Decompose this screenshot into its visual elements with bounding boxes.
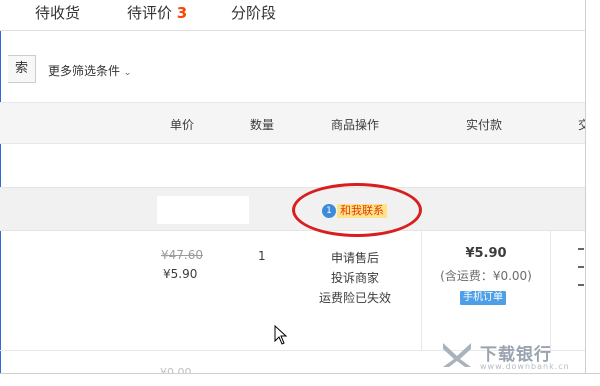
tab-label: 待评价 [127, 4, 173, 22]
shipping-insurance-status: 运费险已失效 [318, 291, 391, 305]
column-header-item-actions: 商品操作 [331, 118, 380, 132]
window-bottom-edge [0, 373, 600, 386]
more-filters-label: 更多筛选条件 [48, 64, 121, 78]
highlight-annotation-circle [292, 183, 422, 237]
paid-amount: ¥5.90 [465, 246, 507, 261]
order-status-tabs: 待收货 待评价 3 分阶段 [0, 0, 585, 31]
amount-paid-cell: ¥5.90 (含运费：¥0.00) 手机订单 [421, 230, 551, 350]
truncated-column-text [578, 248, 584, 288]
order-info-placeholder [157, 196, 249, 224]
tab-to-review[interactable]: 待评价 3 [127, 2, 187, 23]
item-quantity: 1 [258, 249, 266, 263]
tab-label: 待收货 [35, 4, 81, 22]
column-header-amount-paid: 实付款 [466, 118, 503, 132]
column-header-quantity: 数量 [250, 118, 275, 132]
chevron-down-icon: ⌄ [123, 68, 132, 78]
site-watermark: 下载银行 www.downbank.cn [440, 338, 582, 374]
filter-bar: 索 更多筛选条件 ⌄ [0, 42, 585, 86]
tab-to-receive[interactable]: 待收货 [35, 2, 80, 23]
window-right-edge [585, 0, 600, 385]
unit-price: ¥5.90 [163, 267, 198, 281]
original-price: ¥47.60 [161, 248, 203, 262]
column-header-unit-price: 单价 [170, 118, 195, 132]
order-item-row: ¥47.60 ¥5.90 1 申请售后 投诉商家 运费险已失效 ¥5.90 (含… [0, 230, 585, 351]
tab-staged[interactable]: 分阶段 [231, 2, 276, 23]
mouse-cursor-icon [274, 325, 288, 345]
watermark-url: www.downbank.cn [480, 362, 570, 371]
complain-seller-link[interactable]: 投诉商家 [313, 268, 397, 288]
search-button[interactable]: 索 [8, 55, 36, 83]
more-filters-toggle[interactable]: 更多筛选条件 ⌄ [48, 62, 131, 79]
downbank-logo-icon [443, 343, 471, 367]
shipping-fee-note: (含运费：¥0.00) [440, 269, 532, 283]
apply-after-sales-link[interactable]: 申请售后 [313, 248, 397, 268]
tab-label: 分阶段 [231, 4, 277, 22]
item-actions: 申请售后 投诉商家 运费险已失效 [313, 248, 397, 308]
tab-count-badge: 3 [176, 4, 188, 22]
order-table-header: 单价 数量 商品操作 实付款 交 [0, 102, 590, 144]
mobile-order-badge: 手机订单 [460, 291, 506, 305]
